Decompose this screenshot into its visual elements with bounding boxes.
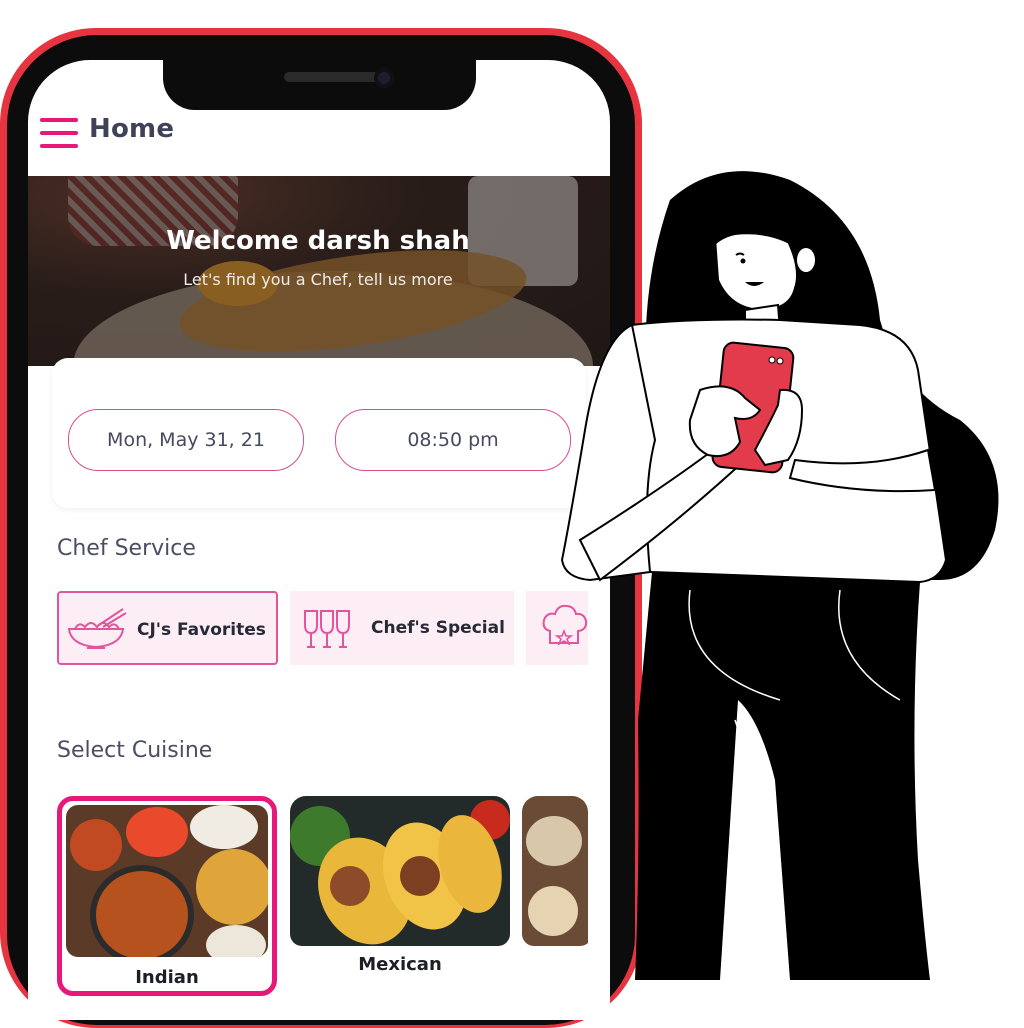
service-cjs-favorites[interactable]: CJ's Favorites <box>57 591 278 665</box>
indian-food-image <box>66 805 268 957</box>
front-camera <box>374 68 394 88</box>
service-label: CJ's Favorites <box>137 620 266 640</box>
service-chefs-special[interactable]: Chef's Special <box>290 591 514 665</box>
phone-notch <box>163 58 476 110</box>
cuisine-label: Mexican <box>358 954 442 975</box>
service-label: Chef's Special <box>371 618 505 638</box>
woman-with-phone-illustration <box>560 171 999 980</box>
phone-speaker <box>284 72 384 82</box>
page-title: Home <box>89 114 175 144</box>
date-picker-button[interactable]: Mon, May 31, 21 <box>68 409 304 471</box>
cuisine-card-indian[interactable]: Indian <box>57 796 277 996</box>
select-cuisine-heading: Select Cuisine <box>57 738 213 763</box>
wine-glasses-icon <box>304 610 350 648</box>
chef-service-heading: Chef Service <box>57 536 196 561</box>
noodle-bowl-icon <box>67 608 127 649</box>
hamburger-menu-icon[interactable] <box>40 118 78 148</box>
time-picker-button[interactable]: 08:50 pm <box>335 409 571 471</box>
cuisine-label: Indian <box>135 967 199 988</box>
cuisine-card-mexican[interactable]: Mexican <box>290 796 510 996</box>
mexican-food-image <box>290 796 510 946</box>
